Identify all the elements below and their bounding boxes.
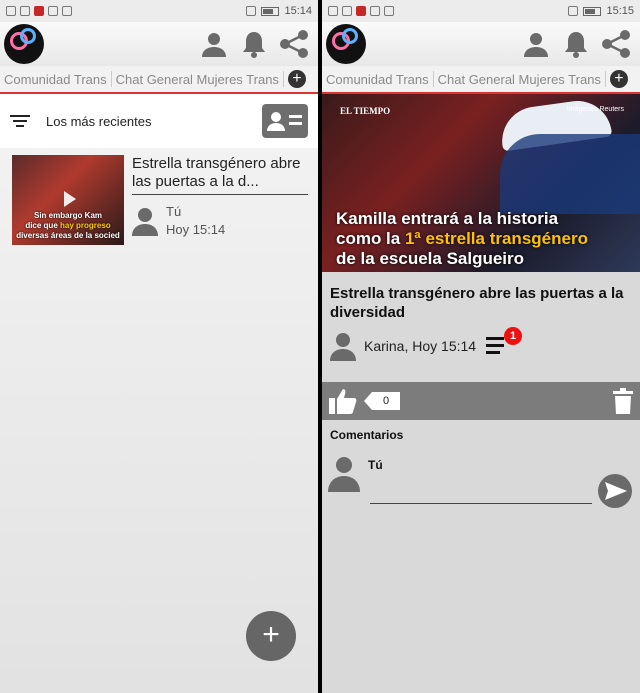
left-screen: 15:14 Comunidad Trans Chat General Mujer… [0,0,318,693]
post-meta: Karina, Hoy 15:14 1 [322,326,640,366]
comment-input[interactable] [370,482,592,504]
add-tab-icon[interactable]: + [609,70,628,88]
vibrate-icon [246,6,257,16]
comment-user: Tú [368,458,383,472]
status-bar: 15:15 [322,0,640,22]
person-icon [524,33,548,57]
phone-icon [328,6,338,16]
hero-source: Imágenes Reuters [566,106,624,113]
post-title: Estrella transgénero abre las puertas a … [330,285,624,321]
post-title[interactable]: Estrella transgénero abre las puertas a … [132,155,308,195]
person-icon [202,33,226,57]
post-thumbnail[interactable]: Sin embargo Kam dice que hay progreso di… [12,155,124,245]
youtube-icon [62,6,72,16]
notifications-button[interactable] [234,24,274,64]
app-notification-icon [34,6,44,16]
tab-comunidad-trans[interactable]: Comunidad Trans [0,72,111,87]
user-avatar-icon [328,454,360,492]
play-icon [64,191,76,207]
comments-heading: Comentarios [330,428,404,442]
filter-icon[interactable] [10,112,30,130]
status-icons [328,6,568,16]
app-logo[interactable] [4,24,44,64]
app-bar [0,22,318,66]
post-time: Hoy 15:14 [166,222,226,237]
status-bar: 15:14 [0,0,318,22]
app-logo[interactable] [326,24,366,64]
status-time: 15:15 [606,5,634,17]
battery-icon [583,6,602,16]
comment-composer: Tú [328,452,632,512]
hero-person-shape [500,134,640,214]
app-notification-icon [356,6,366,16]
notifications-button[interactable] [556,24,596,64]
vibrate-icon [568,6,579,16]
like-count: 0 [364,392,400,410]
post-action-bar: 0 [322,382,640,420]
playlist-badge: 1 [504,327,523,345]
phone-icon [6,6,16,16]
share-button[interactable] [596,24,636,64]
hero-brand: EL TIEMPO [340,106,391,116]
app-bar [322,22,640,66]
wifi-icon [20,6,30,16]
group-tabs: Comunidad Trans Chat General Mujeres Tra… [0,66,318,94]
playlist-button[interactable]: 1 [486,327,523,359]
sort-label[interactable]: Los más recientes [46,114,262,129]
new-post-button[interactable]: + [246,611,296,661]
bell-icon [243,32,265,58]
tab-chat-general[interactable]: Chat General Mujeres Trans [112,72,283,87]
author-avatar-icon [132,206,158,236]
author-avatar-icon [330,331,356,361]
tab-divider [282,71,284,87]
contact-card-button[interactable] [262,104,308,138]
post-hero-image[interactable]: EL TIEMPO Imágenes Reuters Kamilla entra… [322,94,640,272]
tab-divider [604,71,606,87]
mail-icon [48,6,58,16]
trash-icon[interactable] [612,388,634,414]
post-list-item[interactable]: Sin embargo Kam dice que hay progreso di… [12,155,308,247]
thumbs-up-icon[interactable] [328,387,358,415]
share-button[interactable] [274,24,314,64]
right-screen: 15:15 Comunidad Trans Chat General Mujer… [322,0,640,693]
profile-button[interactable] [194,24,234,64]
youtube-icon [384,6,394,16]
battery-icon [261,6,280,16]
status-icons [6,6,246,16]
playlist-icon [486,337,505,340]
tab-comunidad-trans[interactable]: Comunidad Trans [322,72,433,87]
tab-chat-general[interactable]: Chat General Mujeres Trans [434,72,605,87]
post-author-time: Karina, Hoy 15:14 [364,338,477,354]
send-comment-button[interactable] [598,474,632,508]
share-icon [280,30,308,58]
share-icon [602,30,630,58]
status-time: 15:14 [284,5,312,17]
hero-headline: Kamilla entrará a la historia como la 1ª… [336,209,588,268]
group-tabs: Comunidad Trans Chat General Mujeres Tra… [322,66,640,94]
add-tab-icon[interactable]: + [287,70,306,88]
contact-card-icon [267,112,302,131]
wifi-icon [342,6,352,16]
bell-icon [565,32,587,58]
filter-bar: Los más recientes [0,94,318,148]
profile-button[interactable] [516,24,556,64]
mail-icon [370,6,380,16]
thumbnail-caption: Sin embargo Kam dice que hay progreso di… [16,211,120,240]
post-author: Tú [166,204,182,219]
send-icon [605,482,627,500]
